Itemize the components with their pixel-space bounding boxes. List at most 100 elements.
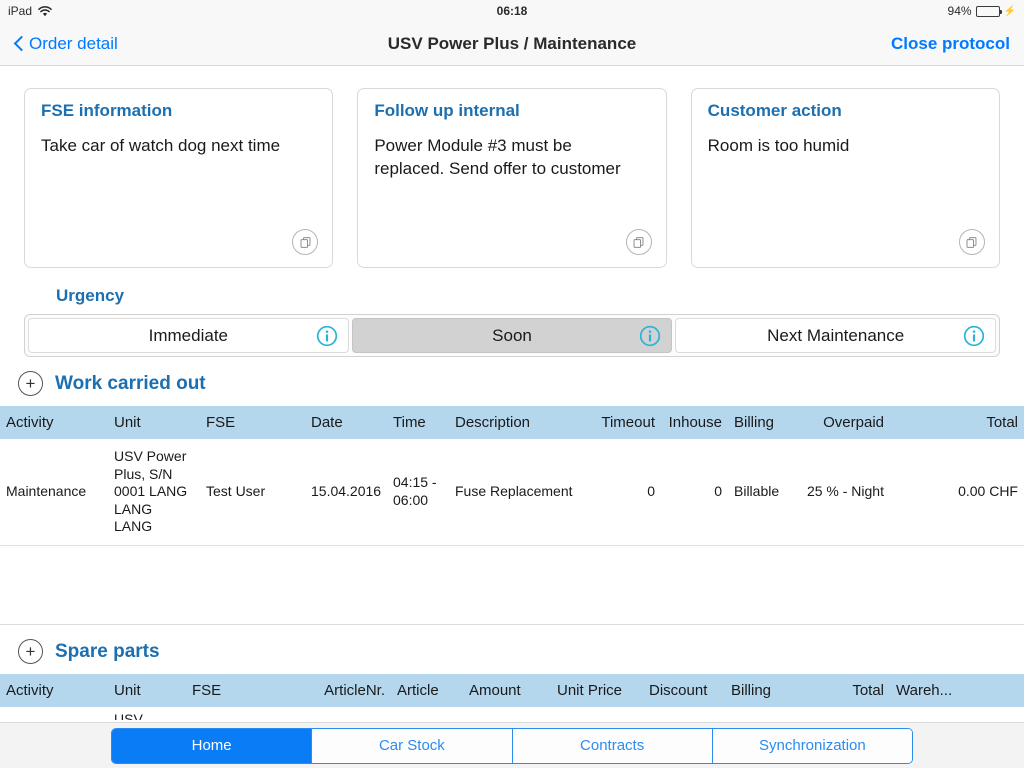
follow-up-internal-card[interactable]: Follow up internal Power Module #3 must …	[357, 88, 667, 268]
column-header-unit-price[interactable]: Unit Price	[551, 674, 643, 707]
column-header-fse[interactable]: FSE	[186, 674, 286, 707]
column-header-total[interactable]: Total	[890, 406, 1024, 439]
plus-circle-icon: +	[25, 642, 36, 661]
cell-unit-price	[551, 707, 643, 720]
plus-circle-icon: +	[25, 374, 36, 393]
cell-total: 0.00 CHF	[890, 439, 1024, 546]
column-header-total[interactable]: Total	[828, 674, 890, 707]
nav-bar: Order detail USV Power Plus / Maintenanc…	[0, 22, 1024, 66]
urgency-label: Urgency	[56, 286, 125, 305]
copy-button[interactable]	[958, 229, 985, 255]
column-header-discount[interactable]: Discount	[643, 674, 725, 707]
tab-home[interactable]: Home	[112, 728, 313, 763]
cell-warehouse	[890, 707, 1024, 720]
cell-fse	[186, 707, 286, 720]
cell-unit: USV	[114, 711, 143, 720]
cell-inhouse: 0	[661, 439, 728, 546]
section-title-work: Work carried out	[55, 372, 206, 394]
cell-timeout: 0	[584, 439, 661, 546]
spare-parts-table-container[interactable]: Activity Unit FSE ArticleNr. Article Amo…	[0, 674, 1024, 720]
cell-description: Fuse Replacement	[449, 439, 584, 546]
cell-article	[391, 707, 463, 720]
column-header-billing[interactable]: Billing	[725, 674, 828, 707]
cell-discount	[643, 707, 725, 720]
charging-bolt-icon: ⚡	[1003, 5, 1016, 17]
column-header-description[interactable]: Description	[449, 406, 584, 439]
table-header-row: Activity Unit FSE Date Time Description …	[0, 406, 1024, 439]
card-body-text: Power Module #3 must be replaced. Send o…	[374, 136, 621, 178]
column-header-activity[interactable]: Activity	[0, 406, 108, 439]
table-row[interactable]: USV	[0, 707, 1024, 720]
column-header-billing[interactable]: Billing	[728, 406, 800, 439]
card-title: Customer action	[707, 101, 842, 120]
battery-icon	[975, 5, 1002, 17]
status-bar-clock: 06:18	[496, 4, 528, 18]
main-content: FSE information Take car of watch dog ne…	[0, 66, 1024, 768]
status-bar-left: iPad	[8, 4, 52, 18]
customer-action-card[interactable]: Customer action Room is too humid	[690, 88, 1000, 268]
column-header-fse[interactable]: FSE	[200, 406, 305, 439]
spare-parts-table: Activity Unit FSE ArticleNr. Article Amo…	[0, 674, 1024, 720]
work-carried-out-table-container[interactable]: Activity Unit FSE Date Time Description …	[0, 406, 1024, 625]
card-title: Follow up internal	[374, 101, 520, 120]
bottom-tab-bar: Home Car Stock Contracts Synchronization	[0, 722, 1024, 768]
cell-activity	[0, 707, 108, 720]
tab-group: Home Car Stock Contracts Synchronization	[111, 727, 913, 764]
device-name-label: iPad	[8, 4, 33, 18]
urgency-option-next-maintenance[interactable]: Next Maintenance	[675, 318, 997, 353]
chevron-left-icon	[14, 35, 24, 52]
page-title: USV Power Plus / Maintenance	[387, 33, 637, 53]
fse-information-card[interactable]: FSE information Take car of watch dog ne…	[24, 88, 334, 268]
status-bar-right: 94% ⚡	[948, 4, 1016, 18]
info-circle-icon[interactable]	[963, 325, 985, 347]
section-title-spare-parts: Spare parts	[55, 640, 160, 662]
work-carried-out-table: Activity Unit FSE Date Time Description …	[0, 406, 1024, 546]
tab-car-stock[interactable]: Car Stock	[312, 728, 513, 763]
cell-amount	[463, 707, 551, 720]
copy-icon	[300, 236, 311, 248]
table-header-row: Activity Unit FSE ArticleNr. Article Amo…	[0, 674, 1024, 707]
card-body-text: Room is too humid	[707, 136, 850, 155]
cell-date: 15.04.2016	[305, 439, 387, 546]
tab-contracts[interactable]: Contracts	[512, 728, 713, 763]
urgency-option-immediate[interactable]: Immediate	[28, 318, 349, 353]
column-header-article[interactable]: Article	[391, 674, 463, 707]
urgency-option-soon[interactable]: Soon	[351, 318, 673, 353]
back-button[interactable]: Order detail	[14, 34, 118, 54]
cell-time: 04:15 - 06:00	[387, 439, 449, 546]
cell-activity: Maintenance	[0, 439, 108, 546]
urgency-option-label: Immediate	[148, 325, 229, 345]
table-row[interactable]: Maintenance USV Power Plus, S/N 0001 LAN…	[0, 439, 1024, 546]
cell-billing	[725, 707, 828, 720]
copy-button[interactable]	[292, 229, 319, 255]
cell-fse: Test User	[200, 439, 305, 546]
column-header-warehouse[interactable]: Wareh...	[890, 674, 1024, 707]
info-circle-icon[interactable]	[639, 325, 661, 347]
column-header-unit[interactable]: Unit	[108, 674, 186, 707]
info-circle-icon[interactable]	[316, 325, 338, 347]
column-header-unit[interactable]: Unit	[108, 406, 200, 439]
column-header-date[interactable]: Date	[305, 406, 387, 439]
card-title: FSE information	[41, 101, 173, 120]
close-protocol-button[interactable]: Close protocol	[891, 34, 1010, 54]
urgency-segmented-control: Immediate Soon Next Maintenance	[24, 314, 1000, 357]
column-header-overpaid[interactable]: Overpaid	[800, 406, 890, 439]
copy-icon	[633, 236, 644, 248]
status-bar: iPad 06:18 94% ⚡	[0, 0, 1024, 22]
card-body-text: Take car of watch dog next time	[41, 136, 281, 155]
column-header-amount[interactable]: Amount	[463, 674, 551, 707]
column-header-activity[interactable]: Activity	[0, 674, 108, 707]
spare-parts-header: + Spare parts	[0, 625, 1024, 674]
wifi-icon	[38, 5, 52, 17]
column-header-time[interactable]: Time	[387, 406, 449, 439]
add-work-button[interactable]: +	[18, 371, 43, 396]
cell-overpaid: 25 % - Night	[800, 439, 890, 546]
column-header-timeout[interactable]: Timeout	[584, 406, 661, 439]
cell-articlenr	[286, 707, 391, 720]
cell-billing: Billable	[728, 439, 800, 546]
column-header-inhouse[interactable]: Inhouse	[661, 406, 728, 439]
column-header-articlenr[interactable]: ArticleNr.	[286, 674, 391, 707]
tab-synchronization[interactable]: Synchronization	[712, 728, 912, 763]
copy-button[interactable]	[625, 229, 652, 255]
add-spare-part-button[interactable]: +	[18, 639, 43, 664]
